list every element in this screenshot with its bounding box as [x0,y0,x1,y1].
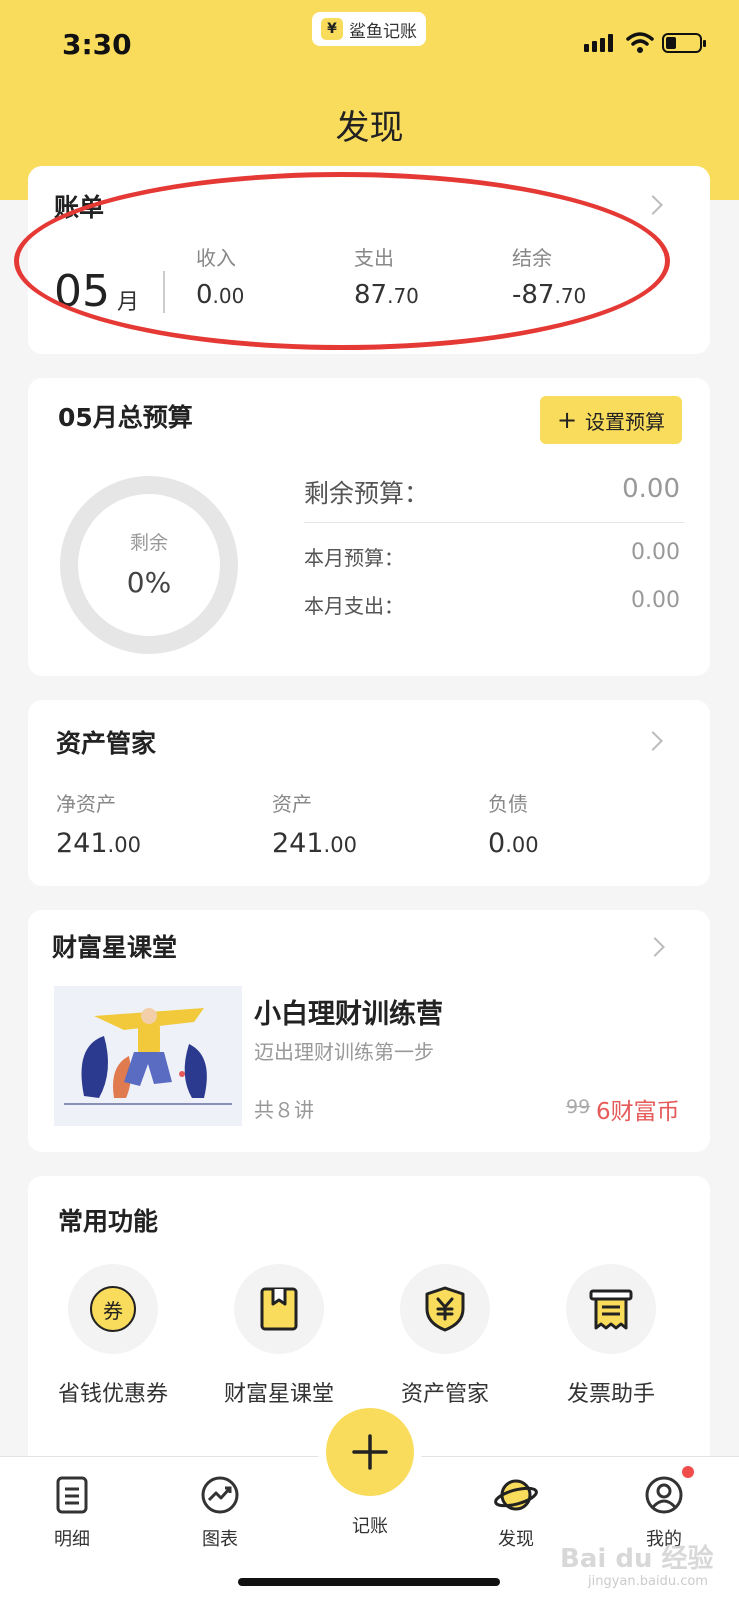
liabilities-value: 0.00 [488,828,539,859]
tab-charts[interactable]: 图表 [160,1469,280,1551]
liabilities-label: 负债 [488,792,528,816]
course-card[interactable]: 财富星课堂 小白理财训练营 迈出理财训练第一步 共８讲 99 6财富币 [28,910,710,1152]
tab-discover[interactable]: 发现 [456,1469,576,1551]
lesson-count: 共８讲 [254,1098,314,1122]
tab-details[interactable]: 明细 [12,1469,132,1551]
net-assets-value: 241.00 [56,828,141,859]
receipt-icon [566,1264,656,1354]
features-title: 常用功能 [58,1207,159,1236]
feature-course[interactable]: 财富星课堂 [194,1264,364,1408]
course-section-title: 财富星课堂 [52,933,178,962]
battery-level [666,37,676,49]
ring-value: 0% [126,566,172,599]
course-price: 6财富币 [596,1099,680,1125]
remaining-budget-value: 0.00 [622,474,680,504]
coupon-icon: 券 [68,1264,158,1354]
plus-icon [352,1434,388,1470]
add-record-button[interactable] [326,1408,414,1496]
feature-asset-manager[interactable]: 资产管家 [360,1264,530,1408]
net-assets-label: 净资产 [56,792,116,816]
status-bar: 3:30 ¥ 鲨鱼记账 [0,0,739,90]
plus-icon: + [556,406,578,434]
feature-label: 发票助手 [566,1382,655,1407]
month-expense-value: 0.00 [631,588,680,613]
budget-card: 05月总预算 + 设置预算 剩余 0% 剩余预算： 0.00 本月预算： 0.0… [28,378,710,676]
list-icon [12,1469,132,1521]
original-price: 99 [566,1096,591,1118]
assets-card[interactable]: 资产管家 净资产 241.00 资产 241.00 负债 0.00 [28,700,710,886]
assets-value: 241.00 [272,828,357,859]
yen-logo-icon: ¥ [321,18,343,40]
add-record-label: 记账 [352,1516,388,1537]
tab-label: 图表 [202,1529,238,1550]
month-budget-label: 本月预算： [304,546,404,570]
home-indicator[interactable] [238,1578,500,1586]
tab-label: 明细 [54,1529,90,1550]
red-annotation-oval [14,172,670,350]
tab-label: 发现 [498,1529,534,1550]
book-icon [234,1264,324,1354]
user-icon [604,1469,724,1521]
divider [304,522,684,523]
month-expense-label: 本月支出： [304,594,404,618]
status-time: 3:30 [62,28,132,61]
page-title: 发现 [335,108,404,148]
assets-label: 资产 [272,792,312,816]
feature-label: 财富星课堂 [223,1382,334,1407]
chart-icon [160,1469,280,1521]
feature-label: 省钱优惠券 [57,1382,168,1407]
wifi-icon [626,32,654,53]
set-budget-button[interactable]: + 设置预算 [540,396,682,444]
watermark: Bai du 经验 [560,1544,714,1574]
battery-icon [662,33,706,53]
signal-icon [584,34,613,52]
chevron-right-icon[interactable] [645,937,665,957]
ring-label: 剩余 [129,532,168,554]
watermark-sub: jingyan.baidu.com [588,1574,708,1589]
assets-title: 资产管家 [56,729,157,758]
chevron-right-icon[interactable] [643,195,663,215]
notification-dot [682,1466,694,1478]
course-thumbnail[interactable] [54,986,242,1126]
app-source-pill[interactable]: ¥ 鲨鱼记账 [312,12,426,46]
set-budget-label: 设置预算 [585,409,666,434]
planet-icon [456,1469,576,1521]
chevron-right-icon[interactable] [643,731,663,751]
course-subtitle: 迈出理财训练第一步 [254,1040,434,1064]
shield-yen-icon [400,1264,490,1354]
remaining-budget-label: 剩余预算： [304,479,430,508]
month-budget-value: 0.00 [631,540,680,565]
course-name[interactable]: 小白理财训练营 [254,992,443,1031]
app-source-label: 鲨鱼记账 [349,21,417,42]
budget-ring: 剩余 0% [60,476,238,654]
course-illustration-icon [64,1008,232,1105]
feature-invoice[interactable]: 发票助手 [526,1264,696,1408]
budget-title: 05月总预算 [58,403,193,432]
feature-coupon[interactable]: 券 省钱优惠券 [28,1264,198,1408]
